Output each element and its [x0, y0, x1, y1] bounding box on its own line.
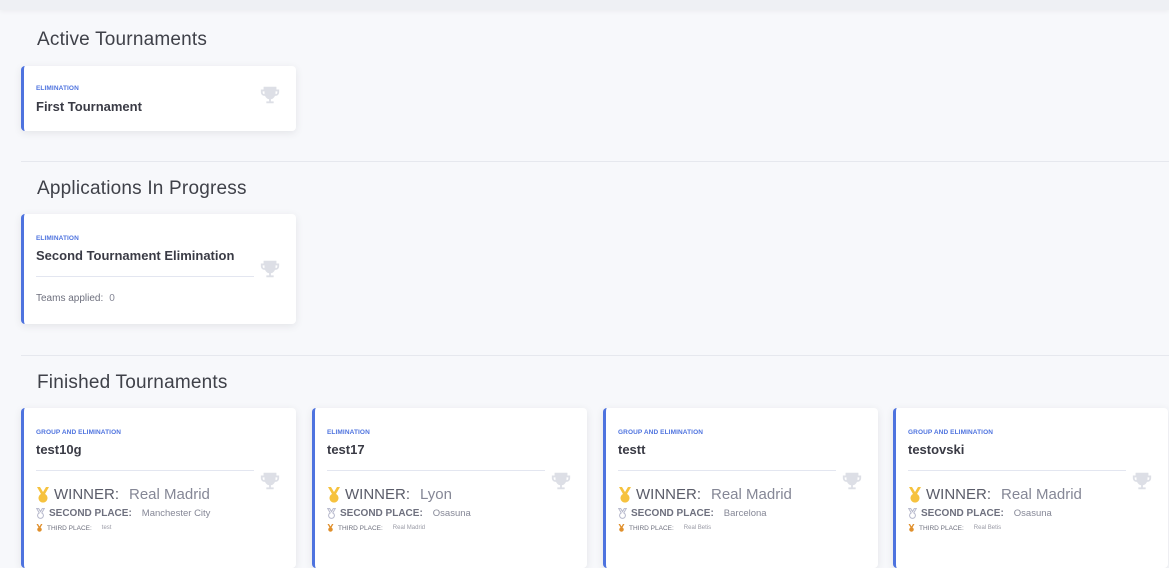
teams-applied-count: 0 — [109, 293, 115, 304]
tournament-type: GROUP AND ELIMINATION — [36, 429, 122, 436]
tournament-type: ELIMINATION — [36, 235, 79, 242]
second-place-row: SECOND PLACE: Osasuna — [327, 508, 471, 519]
third-place-row: THIRD PLACE: Real Betis — [618, 524, 711, 532]
tournament-name: First Tournament — [36, 99, 142, 114]
bronze-medal-icon — [618, 524, 625, 532]
tournament-card-finished[interactable]: GROUP AND ELIMINATION testt WINNER: Real… — [603, 408, 878, 568]
trophy-icon — [260, 86, 280, 104]
third-place-team: test — [101, 525, 112, 531]
teams-applied: Teams applied: 0 — [36, 293, 115, 304]
winner-row: WINNER: Lyon — [327, 486, 452, 503]
tournament-name: test17 — [327, 442, 365, 457]
card-divider — [908, 470, 1126, 471]
top-bar — [0, 0, 1169, 10]
second-place-team: Osasuna — [432, 508, 471, 519]
tournament-type: GROUP AND ELIMINATION — [908, 429, 994, 436]
second-place-label: SECOND PLACE: — [631, 508, 714, 519]
bronze-medal-icon — [908, 524, 915, 532]
third-place-label: THIRD PLACE: — [629, 524, 674, 532]
tournament-card-active[interactable]: ELIMINATION First Tournament — [21, 66, 296, 131]
tournament-name: Second Tournament Elimination — [36, 248, 235, 263]
trophy-icon — [260, 260, 280, 278]
winner-label: WINNER: — [54, 486, 119, 503]
card-divider — [327, 470, 545, 471]
second-place-row: SECOND PLACE: Manchester City — [36, 508, 210, 519]
third-place-team: Real Betis — [973, 525, 1002, 531]
silver-medal-icon — [36, 508, 45, 519]
third-place-row: THIRD PLACE: Real Betis — [908, 524, 1001, 532]
tournament-name: test10g — [36, 442, 82, 457]
second-place-team: Manchester City — [141, 508, 211, 519]
third-place-label: THIRD PLACE: — [338, 524, 383, 532]
gold-medal-icon — [37, 486, 49, 503]
winner-team: Real Madrid — [711, 486, 792, 503]
silver-medal-icon — [327, 508, 336, 519]
third-place-team: Real Betis — [683, 525, 712, 531]
section-title-active: Active Tournaments — [37, 29, 208, 50]
section-divider — [21, 161, 1169, 162]
tournament-card-finished[interactable]: ELIMINATION test17 WINNER: Lyon SECOND P… — [312, 408, 587, 568]
winner-team: Lyon — [420, 486, 452, 503]
silver-medal-icon — [908, 508, 917, 519]
winner-team: Real Madrid — [1001, 486, 1082, 503]
second-place-row: SECOND PLACE: Barcelona — [618, 508, 767, 519]
section-title-applications: Applications In Progress — [37, 178, 247, 199]
tournament-card-application[interactable]: ELIMINATION Second Tournament Eliminatio… — [21, 214, 296, 324]
card-divider — [618, 470, 836, 471]
second-place-label: SECOND PLACE: — [49, 508, 132, 519]
section-title-finished: Finished Tournaments — [37, 372, 228, 393]
gold-medal-icon — [619, 486, 631, 503]
card-divider — [36, 470, 254, 471]
trophy-icon — [1132, 472, 1152, 490]
winner-label: WINNER: — [345, 486, 410, 503]
winner-row: WINNER: Real Madrid — [618, 486, 792, 503]
bronze-medal-icon — [36, 524, 43, 532]
third-place-label: THIRD PLACE: — [919, 524, 964, 532]
tournament-type: GROUP AND ELIMINATION — [618, 429, 704, 436]
winner-team: Real Madrid — [129, 486, 210, 503]
winner-label: WINNER: — [926, 486, 991, 503]
trophy-icon — [260, 472, 280, 490]
tournament-card-finished[interactable]: GROUP AND ELIMINATION test10g WINNER: Re… — [21, 408, 296, 568]
winner-label: WINNER: — [636, 486, 701, 503]
trophy-icon — [842, 472, 862, 490]
second-place-team: Barcelona — [723, 508, 767, 519]
winner-row: WINNER: Real Madrid — [908, 486, 1082, 503]
tournament-type: ELIMINATION — [36, 85, 79, 92]
silver-medal-icon — [618, 508, 627, 519]
second-place-label: SECOND PLACE: — [340, 508, 423, 519]
bronze-medal-icon — [327, 524, 334, 532]
third-place-row: THIRD PLACE: Real Madrid — [327, 524, 425, 532]
third-place-row: THIRD PLACE: test — [36, 524, 111, 532]
card-divider — [36, 276, 254, 277]
winner-row: WINNER: Real Madrid — [36, 486, 210, 503]
tournament-name: testt — [618, 442, 646, 457]
gold-medal-icon — [909, 486, 921, 503]
third-place-team: Real Madrid — [392, 525, 426, 531]
gold-medal-icon — [328, 486, 340, 503]
second-place-label: SECOND PLACE: — [921, 508, 1004, 519]
second-place-team: Osasuna — [1013, 508, 1052, 519]
section-divider — [21, 355, 1169, 356]
second-place-row: SECOND PLACE: Osasuna — [908, 508, 1052, 519]
third-place-label: THIRD PLACE: — [47, 524, 92, 532]
tournament-card-finished[interactable]: GROUP AND ELIMINATION testovski WINNER: … — [893, 408, 1168, 568]
tournament-name: testovski — [908, 442, 965, 457]
tournament-type: ELIMINATION — [327, 429, 370, 436]
teams-applied-label: Teams applied: — [36, 293, 104, 304]
trophy-icon — [551, 472, 571, 490]
